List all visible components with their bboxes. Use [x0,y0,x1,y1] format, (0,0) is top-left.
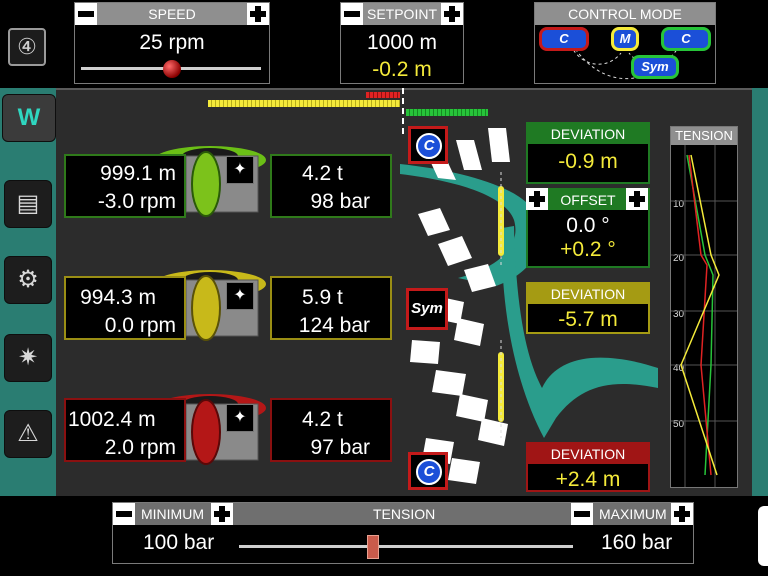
right-rail [752,88,768,496]
minimum-plus-button[interactable] [211,503,233,525]
winch-1-length-panel: 999.1 m -3.0 rpm [64,154,186,218]
setpoint-minus-button[interactable] [341,3,363,25]
winch-3-load-panel: 4.2 t 97 bar [270,398,392,462]
deviation-middle: DEVIATION -5.7 m [526,282,650,334]
offset-plus-right-button[interactable] [626,188,648,210]
maximum-value: 160 bar [601,531,673,554]
winch-1-tension: 4.2 t [302,162,343,185]
speed-label: SPEED [75,3,269,25]
winch-3-length: 1002.4 m [68,408,156,431]
motor-icon[interactable]: ▤ [4,180,52,228]
control-mode-left[interactable]: C [539,27,589,51]
winch-3-tension: 4.2 t [302,408,343,431]
tension-slider-knob[interactable] [366,535,379,559]
control-badge-top[interactable]: C [408,126,448,164]
control-mode-label: CONTROL MODE [535,3,715,25]
winch-3-length-panel: 1002.4 m 2.0 rpm [64,398,186,462]
deviation-top-value: -0.9 m [558,150,618,173]
edge-tab[interactable] [758,506,768,566]
wand-icon[interactable]: ✦ [226,156,254,184]
control-badge-bottom-label: C [416,459,442,485]
control-mode-sym[interactable]: Sym [631,55,679,79]
tension-chart: TENSION 10' 20' 30' 40' 50' [670,126,738,488]
deviation-bottom: DEVIATION +2.4 m [526,442,650,492]
control-mode-middle[interactable]: M [611,27,639,51]
control-mode-panel: CONTROL MODE C M C Sym [534,2,716,84]
setpoint-value: 1000 m [366,31,438,54]
speed-plus-button[interactable] [247,3,269,25]
wand-icon[interactable]: ✦ [226,282,254,310]
winch-3-rpm: 2.0 rpm [104,436,176,459]
winch-1-pressure: 98 bar [310,190,370,213]
alarm-icon[interactable]: ⚠ [4,410,52,458]
minimum-minus-button[interactable] [113,503,135,525]
control-mode-middle-label: M [619,31,631,46]
winch-1-load-panel: 4.2 t 98 bar [270,154,392,218]
gear-position-icon[interactable]: ④ [8,28,46,66]
control-badge-top-label: C [416,133,442,159]
yellow-level-bar [208,100,400,107]
tension-plot [671,145,737,487]
offset-value-2: +0.2 ° [560,238,616,261]
deviation-bottom-label: DEVIATION [528,444,648,464]
gearbox-icon[interactable]: ⚙ [4,256,52,304]
winch-1-rpm: -3.0 rpm [97,190,176,213]
speed-slider-knob[interactable] [163,60,181,78]
winch-2-length-panel: 994.3 m 0.0 rpm [64,276,186,340]
winch-2-length: 994.3 m [80,286,156,309]
winch-3-pressure: 97 bar [310,436,370,459]
green-level-bar [406,109,488,116]
tension-limits-control: MINIMUM TENSION MAXIMUM 100 bar 160 bar [112,502,694,564]
deviation-middle-label: DEVIATION [528,284,648,304]
red-level-bar [366,92,400,98]
maximum-plus-button[interactable] [671,503,693,525]
control-mode-sym-label: Sym [641,59,669,74]
tension-chart-label: TENSION [671,127,737,145]
winch-overview-icon[interactable]: W [2,94,56,142]
speed-control: SPEED 25 rpm [74,2,270,84]
sidebar: W ▤ ⚙ ✷ ⚠ [0,88,56,496]
tension-slider-track[interactable] [239,545,573,548]
speed-minus-button[interactable] [75,3,97,25]
gear-icon[interactable]: ✷ [4,334,52,382]
deviation-top: DEVIATION -0.9 m [526,122,650,184]
maximum-label: MAXIMUM [599,506,667,522]
deviation-middle-value: -5.7 m [558,308,618,331]
symmetry-badge[interactable]: Sym [406,288,448,330]
deviation-top-label: DEVIATION [528,124,648,144]
setpoint-offset: -0.2 m [372,58,432,81]
minimum-value: 100 bar [143,531,215,554]
offset-plus-left-button[interactable] [526,188,548,210]
winch-2-tension: 5.9 t [302,286,343,309]
maximum-minus-button[interactable] [571,503,593,525]
control-mode-right-label: C [681,31,691,46]
minimum-label: MINIMUM [141,506,204,522]
setpoint-plus-button[interactable] [441,3,463,25]
offset-value: 0.0 ° [566,214,610,237]
winch-2-load-panel: 5.9 t 124 bar [270,276,392,340]
control-mode-left-label: C [559,31,569,46]
control-badge-bottom[interactable]: C [408,452,448,490]
winch-1-length: 999.1 m [100,162,176,185]
setpoint-control: SETPOINT 1000 m -0.2 m [340,2,464,84]
control-mode-right[interactable]: C [661,27,711,51]
bottom-bar: MINIMUM TENSION MAXIMUM 100 bar 160 bar [0,496,768,576]
speed-value: 25 rpm [139,31,205,54]
winch-2-rpm: 0.0 rpm [104,314,176,337]
top-bar: ④ SPEED 25 rpm SETPOINT 1000 m -0.2 m CO… [0,0,768,88]
winch-2-pressure: 124 bar [298,314,370,337]
deviation-bottom-value: +2.4 m [555,468,621,491]
tension-label: TENSION [373,506,436,522]
tension-line-yellow [680,154,720,476]
wand-icon[interactable]: ✦ [226,404,254,432]
